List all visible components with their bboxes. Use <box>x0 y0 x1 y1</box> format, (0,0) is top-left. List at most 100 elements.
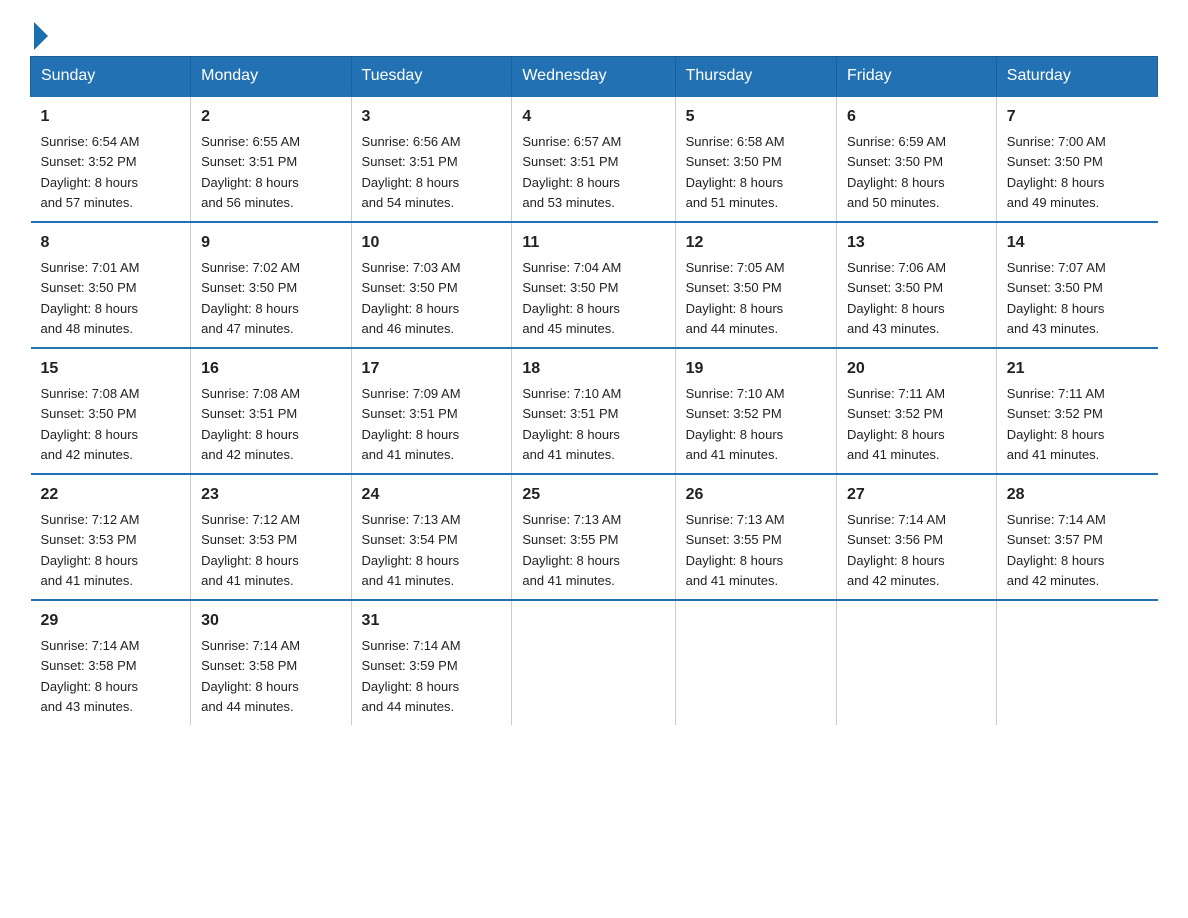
calendar-header-row: SundayMondayTuesdayWednesdayThursdayFrid… <box>31 57 1158 97</box>
logo <box>30 20 48 46</box>
day-cell-24: 24 Sunrise: 7:13 AMSunset: 3:54 PMDaylig… <box>351 474 512 600</box>
day-cell-9: 9 Sunrise: 7:02 AMSunset: 3:50 PMDayligh… <box>191 222 351 348</box>
day-info: Sunrise: 7:10 AMSunset: 3:51 PMDaylight:… <box>522 386 621 462</box>
day-number: 24 <box>362 483 502 507</box>
empty-cell <box>996 600 1157 725</box>
week-row-1: 8 Sunrise: 7:01 AMSunset: 3:50 PMDayligh… <box>31 222 1158 348</box>
day-number: 26 <box>686 483 826 507</box>
day-cell-2: 2 Sunrise: 6:55 AMSunset: 3:51 PMDayligh… <box>191 96 351 222</box>
day-cell-21: 21 Sunrise: 7:11 AMSunset: 3:52 PMDaylig… <box>996 348 1157 474</box>
header-thursday: Thursday <box>675 57 836 97</box>
day-info: Sunrise: 7:13 AMSunset: 3:55 PMDaylight:… <box>522 512 621 588</box>
day-number: 8 <box>41 231 181 255</box>
day-cell-11: 11 Sunrise: 7:04 AMSunset: 3:50 PMDaylig… <box>512 222 675 348</box>
day-cell-31: 31 Sunrise: 7:14 AMSunset: 3:59 PMDaylig… <box>351 600 512 725</box>
day-cell-8: 8 Sunrise: 7:01 AMSunset: 3:50 PMDayligh… <box>31 222 191 348</box>
week-row-0: 1 Sunrise: 6:54 AMSunset: 3:52 PMDayligh… <box>31 96 1158 222</box>
day-number: 17 <box>362 357 502 381</box>
day-cell-6: 6 Sunrise: 6:59 AMSunset: 3:50 PMDayligh… <box>837 96 997 222</box>
day-number: 20 <box>847 357 986 381</box>
day-number: 3 <box>362 105 502 129</box>
day-info: Sunrise: 6:57 AMSunset: 3:51 PMDaylight:… <box>522 134 621 210</box>
day-cell-20: 20 Sunrise: 7:11 AMSunset: 3:52 PMDaylig… <box>837 348 997 474</box>
empty-cell <box>512 600 675 725</box>
day-info: Sunrise: 7:08 AMSunset: 3:50 PMDaylight:… <box>41 386 140 462</box>
day-cell-26: 26 Sunrise: 7:13 AMSunset: 3:55 PMDaylig… <box>675 474 836 600</box>
day-info: Sunrise: 7:12 AMSunset: 3:53 PMDaylight:… <box>201 512 300 588</box>
day-number: 10 <box>362 231 502 255</box>
day-cell-28: 28 Sunrise: 7:14 AMSunset: 3:57 PMDaylig… <box>996 474 1157 600</box>
day-info: Sunrise: 7:13 AMSunset: 3:55 PMDaylight:… <box>686 512 785 588</box>
day-cell-30: 30 Sunrise: 7:14 AMSunset: 3:58 PMDaylig… <box>191 600 351 725</box>
day-number: 15 <box>41 357 181 381</box>
day-cell-14: 14 Sunrise: 7:07 AMSunset: 3:50 PMDaylig… <box>996 222 1157 348</box>
day-cell-25: 25 Sunrise: 7:13 AMSunset: 3:55 PMDaylig… <box>512 474 675 600</box>
day-number: 12 <box>686 231 826 255</box>
day-number: 14 <box>1007 231 1148 255</box>
day-number: 6 <box>847 105 986 129</box>
calendar-table: SundayMondayTuesdayWednesdayThursdayFrid… <box>30 56 1158 725</box>
day-cell-1: 1 Sunrise: 6:54 AMSunset: 3:52 PMDayligh… <box>31 96 191 222</box>
day-info: Sunrise: 6:56 AMSunset: 3:51 PMDaylight:… <box>362 134 461 210</box>
day-info: Sunrise: 7:01 AMSunset: 3:50 PMDaylight:… <box>41 260 140 336</box>
day-number: 13 <box>847 231 986 255</box>
day-info: Sunrise: 7:09 AMSunset: 3:51 PMDaylight:… <box>362 386 461 462</box>
day-info: Sunrise: 6:55 AMSunset: 3:51 PMDaylight:… <box>201 134 300 210</box>
day-info: Sunrise: 7:12 AMSunset: 3:53 PMDaylight:… <box>41 512 140 588</box>
day-cell-19: 19 Sunrise: 7:10 AMSunset: 3:52 PMDaylig… <box>675 348 836 474</box>
day-number: 11 <box>522 231 664 255</box>
day-info: Sunrise: 7:10 AMSunset: 3:52 PMDaylight:… <box>686 386 785 462</box>
day-cell-27: 27 Sunrise: 7:14 AMSunset: 3:56 PMDaylig… <box>837 474 997 600</box>
day-number: 30 <box>201 609 340 633</box>
week-row-4: 29 Sunrise: 7:14 AMSunset: 3:58 PMDaylig… <box>31 600 1158 725</box>
day-cell-16: 16 Sunrise: 7:08 AMSunset: 3:51 PMDaylig… <box>191 348 351 474</box>
day-info: Sunrise: 7:07 AMSunset: 3:50 PMDaylight:… <box>1007 260 1106 336</box>
day-info: Sunrise: 7:14 AMSunset: 3:56 PMDaylight:… <box>847 512 946 588</box>
day-info: Sunrise: 6:58 AMSunset: 3:50 PMDaylight:… <box>686 134 785 210</box>
day-number: 27 <box>847 483 986 507</box>
header-saturday: Saturday <box>996 57 1157 97</box>
empty-cell <box>837 600 997 725</box>
day-info: Sunrise: 6:59 AMSunset: 3:50 PMDaylight:… <box>847 134 946 210</box>
day-number: 1 <box>41 105 181 129</box>
header-sunday: Sunday <box>31 57 191 97</box>
day-cell-22: 22 Sunrise: 7:12 AMSunset: 3:53 PMDaylig… <box>31 474 191 600</box>
day-number: 4 <box>522 105 664 129</box>
day-info: Sunrise: 7:06 AMSunset: 3:50 PMDaylight:… <box>847 260 946 336</box>
day-info: Sunrise: 7:13 AMSunset: 3:54 PMDaylight:… <box>362 512 461 588</box>
day-info: Sunrise: 7:11 AMSunset: 3:52 PMDaylight:… <box>1007 386 1105 462</box>
empty-cell <box>675 600 836 725</box>
header-wednesday: Wednesday <box>512 57 675 97</box>
day-number: 18 <box>522 357 664 381</box>
day-info: Sunrise: 7:04 AMSunset: 3:50 PMDaylight:… <box>522 260 621 336</box>
day-info: Sunrise: 7:00 AMSunset: 3:50 PMDaylight:… <box>1007 134 1106 210</box>
day-number: 28 <box>1007 483 1148 507</box>
day-info: Sunrise: 7:08 AMSunset: 3:51 PMDaylight:… <box>201 386 300 462</box>
day-info: Sunrise: 7:14 AMSunset: 3:57 PMDaylight:… <box>1007 512 1106 588</box>
day-number: 16 <box>201 357 340 381</box>
day-number: 19 <box>686 357 826 381</box>
header-monday: Monday <box>191 57 351 97</box>
day-number: 7 <box>1007 105 1148 129</box>
day-info: Sunrise: 7:14 AMSunset: 3:59 PMDaylight:… <box>362 638 461 714</box>
day-number: 5 <box>686 105 826 129</box>
day-cell-13: 13 Sunrise: 7:06 AMSunset: 3:50 PMDaylig… <box>837 222 997 348</box>
day-number: 25 <box>522 483 664 507</box>
day-info: Sunrise: 7:02 AMSunset: 3:50 PMDaylight:… <box>201 260 300 336</box>
day-cell-10: 10 Sunrise: 7:03 AMSunset: 3:50 PMDaylig… <box>351 222 512 348</box>
day-cell-5: 5 Sunrise: 6:58 AMSunset: 3:50 PMDayligh… <box>675 96 836 222</box>
day-number: 9 <box>201 231 340 255</box>
day-cell-3: 3 Sunrise: 6:56 AMSunset: 3:51 PMDayligh… <box>351 96 512 222</box>
day-cell-4: 4 Sunrise: 6:57 AMSunset: 3:51 PMDayligh… <box>512 96 675 222</box>
logo-arrow-icon <box>34 22 48 50</box>
day-number: 2 <box>201 105 340 129</box>
header-tuesday: Tuesday <box>351 57 512 97</box>
week-row-2: 15 Sunrise: 7:08 AMSunset: 3:50 PMDaylig… <box>31 348 1158 474</box>
day-cell-29: 29 Sunrise: 7:14 AMSunset: 3:58 PMDaylig… <box>31 600 191 725</box>
day-number: 22 <box>41 483 181 507</box>
day-cell-18: 18 Sunrise: 7:10 AMSunset: 3:51 PMDaylig… <box>512 348 675 474</box>
day-number: 29 <box>41 609 181 633</box>
day-number: 23 <box>201 483 340 507</box>
page-header <box>30 20 1158 46</box>
day-cell-23: 23 Sunrise: 7:12 AMSunset: 3:53 PMDaylig… <box>191 474 351 600</box>
